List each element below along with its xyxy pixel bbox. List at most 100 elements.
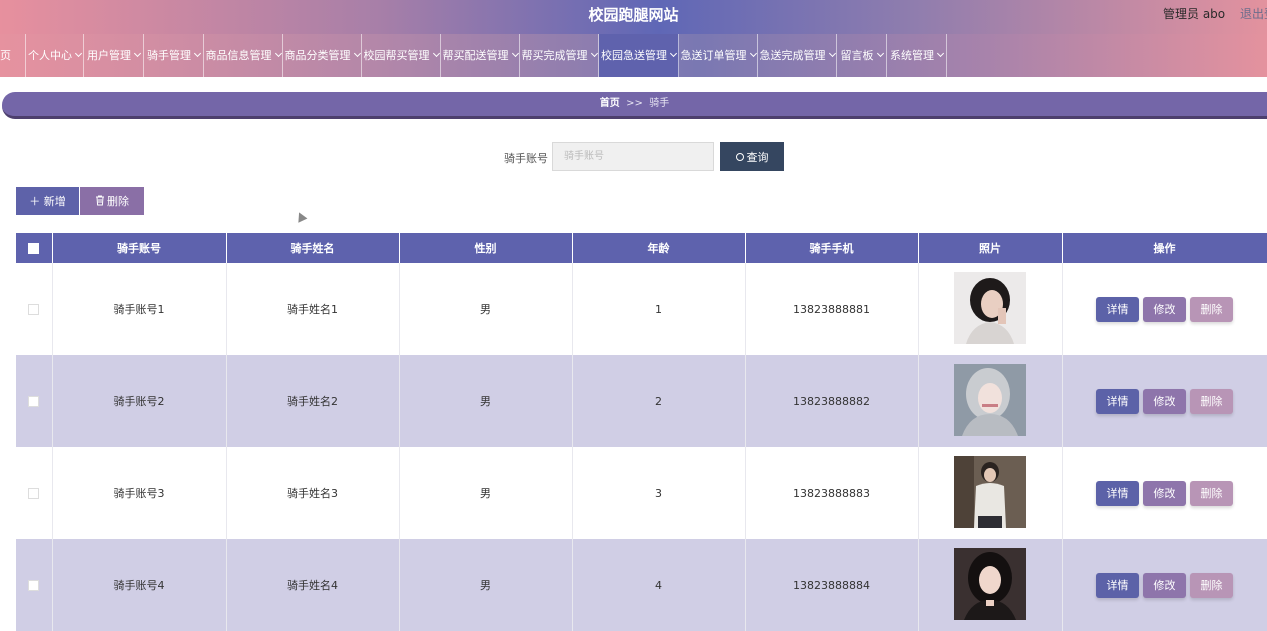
admin-username[interactable]: 管理员 abo <box>1163 5 1225 22</box>
rider-age: 3 <box>572 447 746 539</box>
nav-item-label: 用户管理 <box>87 49 131 62</box>
chevron-down-icon <box>274 49 282 58</box>
row-checkbox[interactable] <box>28 396 40 407</box>
nav-item-label: 校园急送管理 <box>601 49 667 62</box>
nav-item-label: 页 <box>0 49 11 62</box>
row-select-cell <box>16 447 53 539</box>
search-input[interactable] <box>552 142 714 171</box>
nav-item-goods-info[interactable]: 商品信息管理 <box>204 34 283 77</box>
delete-button-label: 删除 <box>107 195 129 208</box>
chevron-down-icon <box>876 49 884 58</box>
detail-button[interactable]: 详情 <box>1096 480 1139 506</box>
search-button-label: 查询 <box>746 150 769 164</box>
nav-item-message-board[interactable]: 留言板 <box>837 34 887 77</box>
rider-photo <box>954 271 1026 344</box>
table-row: 骑手账号3 骑手姓名3 男 3 13823888883 详情 修改 删除 <box>16 447 1267 539</box>
chevron-down-icon <box>669 49 678 58</box>
nav-item-riders[interactable]: 骑手管理 <box>144 34 204 77</box>
column-header[interactable]: 骑手手机 <box>745 233 919 263</box>
rider-gender: 男 <box>399 539 573 631</box>
chevron-down-icon <box>936 49 945 58</box>
nav-item-label: 急送订单管理 <box>680 49 747 62</box>
rider-age: 4 <box>572 539 746 631</box>
actions-cell: 详情 修改 删除 <box>1062 263 1267 355</box>
actions-cell: 详情 修改 删除 <box>1062 539 1267 631</box>
search-label: 骑手账号 <box>504 152 548 165</box>
nav-item-home[interactable]: 页 <box>0 34 26 77</box>
chevron-down-icon <box>590 49 598 58</box>
nav-item-label: 校园帮买管理 <box>363 49 430 62</box>
breadcrumb-home[interactable]: 首页 <box>600 98 620 109</box>
row-delete-button[interactable]: 删除 <box>1190 388 1233 414</box>
nav-item-express-orders[interactable]: 急送订单管理 <box>679 34 758 77</box>
plus-icon: ＋ <box>29 195 41 208</box>
column-header[interactable]: 骑手账号 <box>52 233 227 263</box>
nav-item-campus-buy[interactable]: 校园帮买管理 <box>362 34 441 77</box>
row-checkbox[interactable] <box>28 488 40 499</box>
rider-account: 骑手账号4 <box>52 539 227 631</box>
edit-button[interactable]: 修改 <box>1143 296 1186 322</box>
nav-item-system[interactable]: 系统管理 <box>887 34 947 77</box>
logout-link[interactable]: 退出登 <box>1240 5 1267 22</box>
detail-button[interactable]: 详情 <box>1096 572 1139 598</box>
rider-photo <box>954 455 1026 528</box>
table-row: 骑手账号4 骑手姓名4 男 4 13823888884 详情 修改 删除 <box>16 539 1267 631</box>
rider-name: 骑手姓名1 <box>226 263 400 355</box>
breadcrumb-current: 骑手 <box>649 98 670 109</box>
main-nav: 页 个人中心 用户管理 骑手管理 商品信息管理 商品分类管理 校园帮买管理 帮买… <box>0 34 1267 77</box>
detail-button[interactable]: 详情 <box>1096 296 1139 322</box>
nav-item-campus-express[interactable]: 校园急送管理 <box>599 34 679 77</box>
column-header[interactable]: 年龄 <box>572 233 746 263</box>
chevron-down-icon <box>353 49 361 58</box>
rider-gender: 男 <box>399 355 573 447</box>
rider-name: 骑手姓名2 <box>226 355 400 447</box>
chevron-down-icon <box>432 49 440 58</box>
search-button[interactable]: 查询 <box>720 142 784 171</box>
column-header[interactable]: 骑手姓名 <box>226 233 400 263</box>
chevron-down-icon <box>749 49 757 58</box>
row-select-cell <box>16 263 53 355</box>
nav-item-label: 帮买完成管理 <box>521 49 588 62</box>
rider-phone: 13823888883 <box>745 447 919 539</box>
breadcrumb-separator: >> <box>626 98 643 109</box>
add-button[interactable]: ＋ 新增 <box>16 187 79 215</box>
rider-gender: 男 <box>399 447 573 539</box>
photo-cell <box>918 355 1063 447</box>
nav-item-label: 急送完成管理 <box>759 49 826 62</box>
nav-item-profile[interactable]: 个人中心 <box>26 34 84 77</box>
mouse-cursor <box>294 210 308 223</box>
rider-phone: 13823888881 <box>745 263 919 355</box>
search-icon <box>735 152 744 161</box>
rider-photo <box>954 547 1026 620</box>
row-delete-button[interactable]: 删除 <box>1190 480 1233 506</box>
add-button-label: 新增 <box>43 195 66 208</box>
chevron-down-icon <box>511 49 519 58</box>
select-all-checkbox[interactable] <box>28 243 40 254</box>
column-header[interactable]: 性别 <box>399 233 573 263</box>
nav-item-goods-category[interactable]: 商品分类管理 <box>283 34 362 77</box>
edit-button[interactable]: 修改 <box>1143 572 1186 598</box>
nav-item-users[interactable]: 用户管理 <box>84 34 144 77</box>
row-checkbox[interactable] <box>28 304 40 315</box>
rider-age: 1 <box>572 263 746 355</box>
edit-button[interactable]: 修改 <box>1143 388 1186 414</box>
row-select-cell <box>16 539 53 631</box>
rider-gender: 男 <box>399 263 573 355</box>
rider-phone: 13823888884 <box>745 539 919 631</box>
row-delete-button[interactable]: 删除 <box>1190 296 1233 322</box>
table-row: 骑手账号1 骑手姓名1 男 1 13823888881 详情 修改 删除 <box>16 263 1267 355</box>
detail-button[interactable]: 详情 <box>1096 388 1139 414</box>
nav-item-buy-complete[interactable]: 帮买完成管理 <box>520 34 599 77</box>
row-select-cell <box>16 355 53 447</box>
nav-item-buy-delivery[interactable]: 帮买配送管理 <box>441 34 520 77</box>
rider-name: 骑手姓名4 <box>226 539 400 631</box>
rider-name: 骑手姓名3 <box>226 447 400 539</box>
nav-item-express-complete[interactable]: 急送完成管理 <box>758 34 837 77</box>
nav-item-label: 留言板 <box>840 49 874 62</box>
column-header: 照片 <box>918 233 1063 263</box>
row-checkbox[interactable] <box>28 580 40 591</box>
row-delete-button[interactable]: 删除 <box>1190 572 1233 598</box>
rider-account: 骑手账号3 <box>52 447 227 539</box>
edit-button[interactable]: 修改 <box>1143 480 1186 506</box>
delete-button[interactable]: 删除 <box>80 187 144 215</box>
